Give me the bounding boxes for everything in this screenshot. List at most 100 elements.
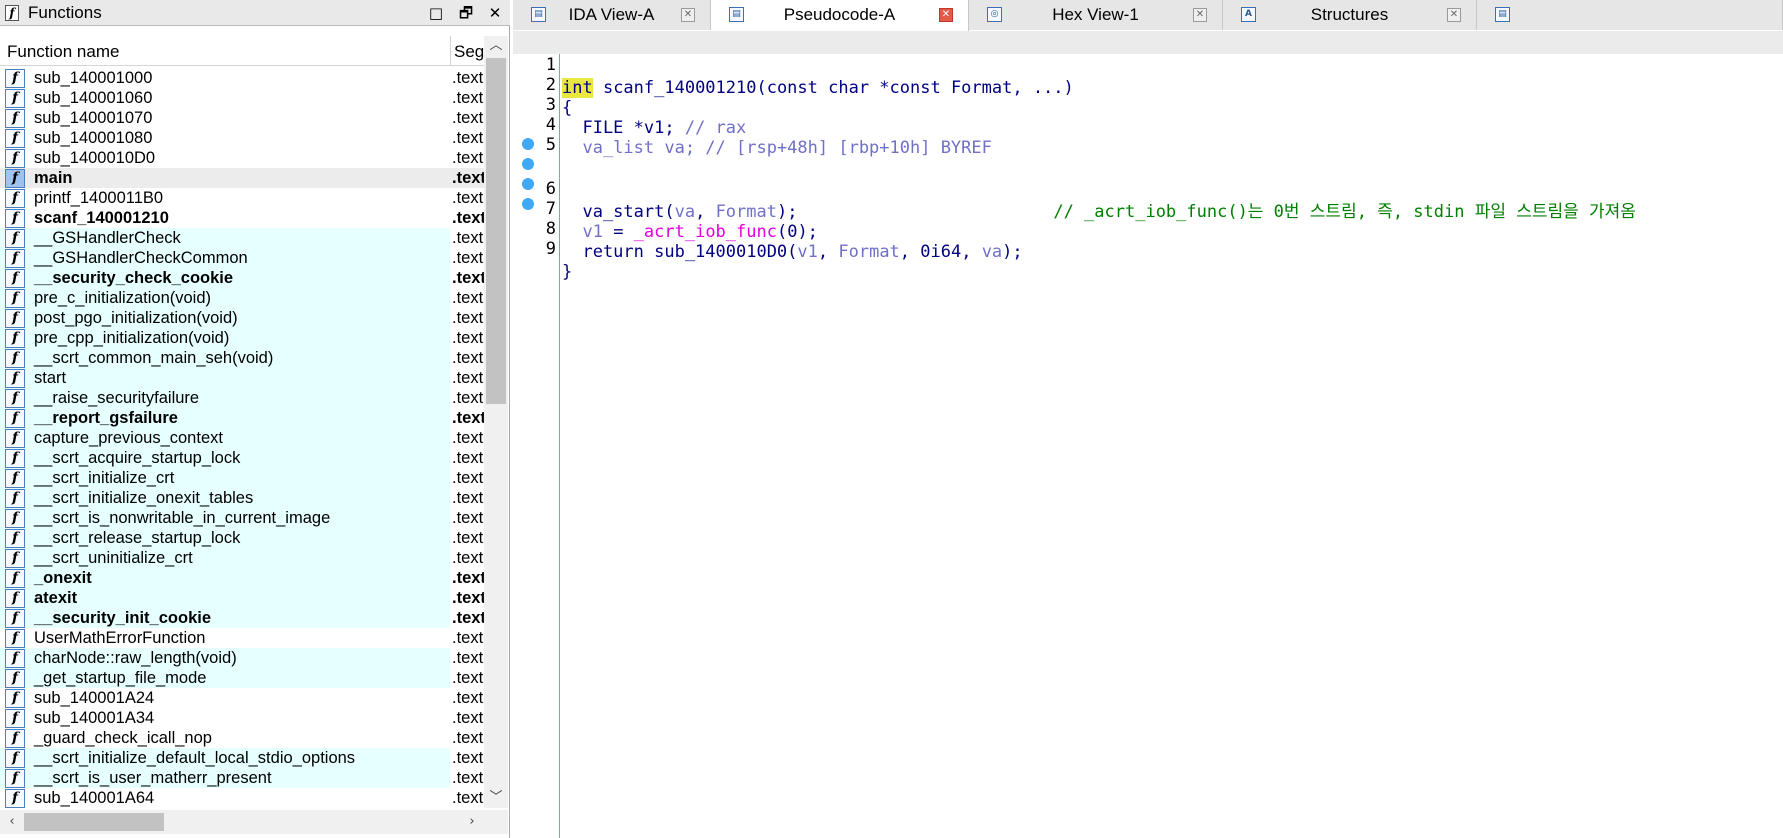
function-row[interactable]: f __scrt_acquire_startup_lock .text (0, 448, 484, 468)
column-header-function-name[interactable]: Function name (7, 42, 119, 62)
function-row[interactable]: f scanf_140001210 .text (0, 208, 484, 228)
functions-pane: f Functions □ 🗗 ✕ Function name Segment … (0, 0, 510, 838)
function-segment: .text (452, 629, 484, 647)
function-row[interactable]: f __raise_securityfailure .text (0, 388, 484, 408)
horizontal-scrollbar[interactable]: ‹ › (0, 810, 508, 834)
function-row[interactable]: f __security_check_cookie .text (0, 268, 484, 288)
function-segment: .text (452, 689, 484, 707)
functions-list: f sub_140001000 .text f sub_140001060 .text f s… (0, 68, 484, 808)
function-row[interactable]: f __scrt_initialize_crt .text (0, 468, 484, 488)
function-icon: f (5, 429, 25, 448)
return-call[interactable]: return sub_1400010D0( (562, 242, 797, 262)
close-icon[interactable]: ✕ (484, 3, 506, 23)
function-row[interactable]: f start .text (0, 368, 484, 388)
code-line-5[interactable]: 5 (513, 111, 1783, 155)
function-row[interactable]: f sub_140001060 .text (0, 88, 484, 108)
function-row[interactable]: f sub_1400010D0 .text (0, 148, 484, 168)
function-row[interactable]: f printf_1400011B0 .text (0, 188, 484, 208)
function-row[interactable]: f sub_140001A64 .text (0, 788, 484, 808)
var-va[interactable]: va (982, 242, 1002, 262)
function-row[interactable]: f __scrt_initialize_onexit_tables .text (0, 488, 484, 508)
function-row[interactable]: f sub_140001A34 .text (0, 708, 484, 728)
function-row[interactable]: f sub_140001000 .text (0, 68, 484, 88)
column-header-segment[interactable]: Segment (454, 42, 484, 62)
function-segment: .text (452, 269, 484, 287)
function-segment: .text (452, 209, 484, 227)
function-row[interactable]: f __scrt_release_startup_lock .text (0, 528, 484, 548)
function-segment: .text (452, 589, 484, 607)
function-row[interactable]: f post_pgo_initialization(void) .text (0, 308, 484, 328)
function-row[interactable]: f sub_140001070 .text (0, 108, 484, 128)
function-segment: .text (452, 729, 484, 747)
function-row[interactable]: f _onexit .text (0, 568, 484, 588)
function-row[interactable]: f atexit .text (0, 588, 484, 608)
function-icon: f (5, 369, 25, 388)
function-icon: f (5, 309, 25, 328)
function-row[interactable]: f __scrt_uninitialize_crt .text (0, 548, 484, 568)
function-row[interactable]: f UserMathErrorFunction .text (0, 628, 484, 648)
function-icon: f (5, 329, 25, 348)
maximize-icon[interactable]: □ (425, 3, 447, 23)
vertical-scrollbar[interactable]: ︿ ﹀ (484, 36, 508, 808)
breakpoint-dot-icon[interactable] (522, 138, 534, 150)
function-name: __scrt_initialize_default_local_stdio_op… (34, 749, 356, 767)
function-segment: .text (452, 149, 484, 167)
function-row[interactable]: f __scrt_common_main_seh(void) .text (0, 348, 484, 368)
tab-close-icon[interactable]: ✕ (1193, 8, 1207, 22)
import-acrt-iob-func[interactable]: _acrt_iob_func (634, 222, 777, 242)
column-divider[interactable] (450, 36, 451, 66)
tab-ida-view-a[interactable]: ▤ IDA View-A ✕ (513, 0, 711, 30)
function-row[interactable]: f __scrt_is_user_matherr_present .text (0, 768, 484, 788)
scroll-down-icon[interactable]: ﹀ (484, 788, 508, 808)
horizontal-scroll-thumb[interactable] (24, 813, 164, 831)
function-icon: f (5, 569, 25, 588)
function-row[interactable]: f charNode::raw_length(void) .text (0, 648, 484, 668)
function-row[interactable]: f __report_gsfailure .text (0, 408, 484, 428)
function-row[interactable]: f __GSHandlerCheckCommon .text (0, 248, 484, 268)
function-icon: f (5, 529, 25, 548)
function-segment: .text (452, 469, 484, 487)
assign: = (602, 222, 634, 242)
comma: , (817, 242, 839, 262)
tab-pseudocode-a[interactable]: ▤ Pseudocode-A ✕ (711, 0, 969, 31)
float-window-icon[interactable]: 🗗 (455, 3, 477, 23)
function-segment: .text (452, 309, 484, 327)
function-row[interactable]: f _guard_check_icall_nop .text (0, 728, 484, 748)
scroll-right-icon[interactable]: › (462, 810, 482, 834)
tab-close-icon[interactable]: ✕ (939, 8, 953, 22)
code-line-9[interactable]: 9 } (513, 192, 1783, 282)
function-row[interactable]: f __GSHandlerCheck .text (0, 228, 484, 248)
pseudocode-view[interactable]: 1 int scanf_140001210(const char *const … (513, 31, 1783, 838)
tab-close-icon[interactable]: ✕ (681, 8, 695, 22)
function-row[interactable]: f pre_cpp_initialization(void) .text (0, 328, 484, 348)
tab-structures[interactable]: A Structures ✕ (1223, 0, 1477, 30)
function-row[interactable]: f sub_140001A24 .text (0, 688, 484, 708)
function-row[interactable]: f sub_140001080 .text (0, 128, 484, 148)
function-row[interactable]: f _get_startup_file_mode .text (0, 668, 484, 688)
breakpoint-dot-icon[interactable] (522, 178, 534, 190)
scroll-up-icon[interactable]: ︿ (484, 36, 508, 56)
function-segment: .text (452, 609, 484, 627)
breakpoint-dot-icon[interactable] (522, 158, 534, 170)
function-segment: .text (452, 249, 484, 267)
function-segment: .text (452, 109, 484, 127)
tab-extra[interactable]: ▤ (1477, 0, 1783, 30)
function-row[interactable]: f main .text (0, 168, 484, 188)
function-name: _get_startup_file_mode (34, 669, 207, 687)
vertical-scroll-thumb[interactable] (486, 58, 506, 404)
tab-hex-view-1[interactable]: ◎ Hex View-1 ✕ (969, 0, 1223, 30)
scroll-left-icon[interactable]: ‹ (2, 810, 22, 834)
function-row[interactable]: f pre_c_initialization(void) .text (0, 288, 484, 308)
function-name: __scrt_common_main_seh(void) (34, 349, 274, 367)
function-row[interactable]: f __scrt_is_nonwritable_in_current_image.… (0, 508, 484, 528)
breakpoint-dot-icon[interactable] (522, 198, 534, 210)
tab-close-icon[interactable]: ✕ (1447, 8, 1461, 22)
function-icon: f (5, 589, 25, 608)
function-row[interactable]: f __security_init_cookie .text (0, 608, 484, 628)
function-segment: .text (452, 449, 484, 467)
view-tab-bar: ▤ IDA View-A ✕ ▤ Pseudocode-A ✕ ◎ Hex View-1 ✕ A S… (513, 0, 1783, 31)
function-row[interactable]: f capture_previous_context .text (0, 428, 484, 448)
var-v1[interactable]: v1 (797, 242, 817, 262)
function-row[interactable]: f __scrt_initialize_default_local_stdio_o… (0, 748, 484, 768)
arg-format[interactable]: Format (838, 242, 899, 262)
